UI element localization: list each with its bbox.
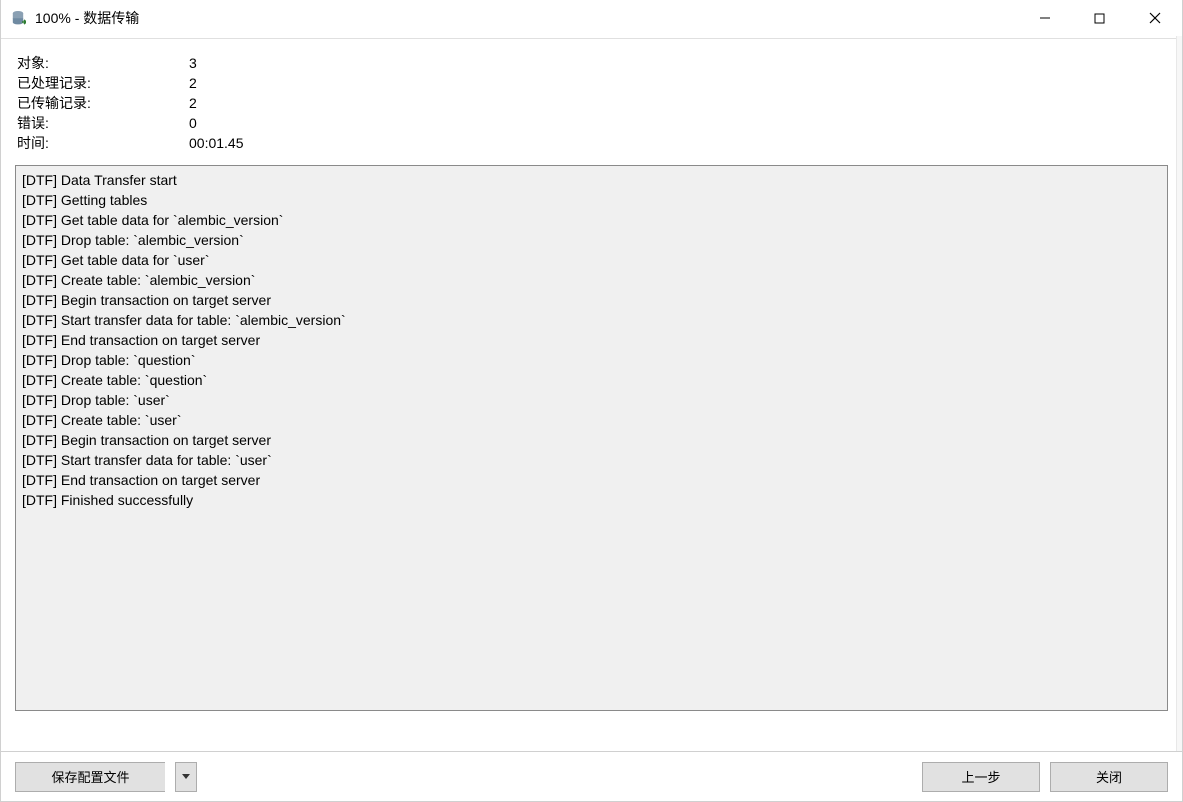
stat-value: 3 [189, 53, 197, 73]
stat-label: 时间: [17, 133, 189, 153]
footer-bar: 保存配置文件 上一步 关闭 [1, 751, 1182, 801]
save-profile-split-button: 保存配置文件 [15, 762, 197, 792]
database-icon [9, 9, 27, 27]
data-transfer-dialog: 100% - 数据传输 对象: 3 已处理记录: 2 已传输记录: 2 [0, 0, 1183, 802]
stat-value: 0 [189, 113, 197, 133]
log-container: [DTF] Data Transfer start [DTF] Getting … [15, 165, 1168, 711]
close-window-button[interactable] [1127, 0, 1182, 36]
stats-panel: 对象: 3 已处理记录: 2 已传输记录: 2 错误: 0 时间: 00:01.… [1, 39, 1182, 159]
stat-label: 已传输记录: [17, 93, 189, 113]
close-button[interactable]: 关闭 [1050, 762, 1168, 792]
stat-value: 2 [189, 73, 197, 93]
log-textarea[interactable]: [DTF] Data Transfer start [DTF] Getting … [15, 165, 1168, 711]
titlebar[interactable]: 100% - 数据传输 [1, 0, 1182, 36]
stat-row-time: 时间: 00:01.45 [17, 133, 1166, 153]
window-title: 100% - 数据传输 [35, 8, 139, 28]
save-profile-button[interactable]: 保存配置文件 [15, 762, 165, 792]
stat-value: 2 [189, 93, 197, 113]
minimize-button[interactable] [1017, 0, 1072, 36]
maximize-button[interactable] [1072, 0, 1127, 36]
stat-label: 已处理记录: [17, 73, 189, 93]
chevron-down-icon [182, 774, 190, 779]
stat-row-transferred: 已传输记录: 2 [17, 93, 1166, 113]
window-controls [1017, 0, 1182, 36]
stat-label: 错误: [17, 113, 189, 133]
stat-value: 00:01.45 [189, 133, 244, 153]
stat-row-processed: 已处理记录: 2 [17, 73, 1166, 93]
stat-row-errors: 错误: 0 [17, 113, 1166, 133]
stat-row-objects: 对象: 3 [17, 53, 1166, 73]
save-profile-dropdown-button[interactable] [175, 762, 197, 792]
previous-button[interactable]: 上一步 [922, 762, 1040, 792]
stat-label: 对象: [17, 53, 189, 73]
